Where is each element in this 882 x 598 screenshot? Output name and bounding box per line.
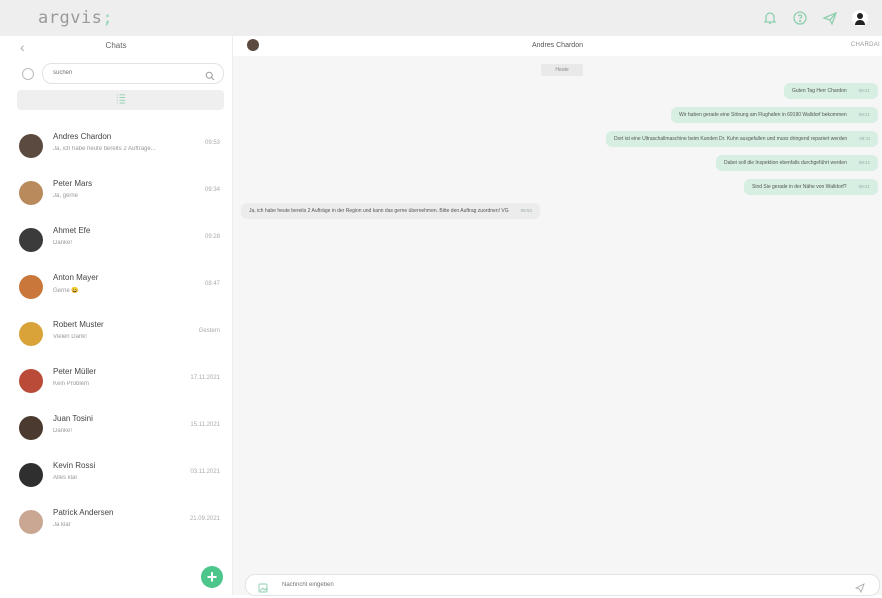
logo-suffix: ; <box>102 8 114 28</box>
message-input[interactable] <box>282 579 802 591</box>
chat-preview: Alles klar <box>53 475 78 481</box>
chat-name: Patrick Andersen <box>53 508 114 517</box>
chat-time: 17.11.2021 <box>190 375 220 381</box>
select-circle-icon[interactable] <box>22 68 34 80</box>
chat-preview: Kein Problem <box>53 381 90 387</box>
chat-time: 03.11.2021 <box>190 469 220 475</box>
chat-title: Andres Chardon <box>532 42 583 49</box>
search-box[interactable] <box>42 63 224 84</box>
outgoing-message[interactable]: Guten Tag Herr Chardon 09:41 <box>784 83 878 99</box>
message-time: 09:41 <box>858 88 870 93</box>
message-time: 09:41 <box>858 184 870 189</box>
contact-avatar <box>19 322 43 346</box>
plus-icon: + <box>206 567 218 587</box>
outgoing-message[interactable]: Dort ist eine Ultraschallmaschine beim K… <box>606 131 879 147</box>
outgoing-message[interactable]: Sind Sie gerade in der Nähe von Walldorf… <box>744 179 878 195</box>
chat-list-item[interactable]: Peter Müller Kein Problem 17.11.2021 <box>0 359 232 406</box>
message-text: Wir haben gerade eine Störung am Flughaf… <box>679 112 847 118</box>
chat-sidebar: ‹ Chats Andres Chardon Ja, ich habe heute… <box>0 36 233 595</box>
chat-name: Ahmet Efe <box>53 226 91 235</box>
search-input[interactable] <box>53 68 193 78</box>
outgoing-message[interactable]: Dabei soll die Inspektion ebenfalls durc… <box>716 155 879 171</box>
chat-list-item[interactable]: Andres Chardon Ja, ich habe heute bereits… <box>0 124 232 171</box>
contact-avatar <box>19 416 43 440</box>
outgoing-message[interactable]: Wir haben gerade eine Störung am Flughaf… <box>671 107 878 123</box>
chat-list: Andres Chardon Ja, ich habe heute bereits… <box>0 124 232 547</box>
chat-name: Anton Mayer <box>53 273 99 282</box>
message-text: Ja, ich habe heute bereits 2 Aufträge in… <box>249 208 509 214</box>
chat-list-item[interactable]: Robert Muster Vielen Dank! Gestern <box>0 312 232 359</box>
top-icons <box>762 10 868 26</box>
app-logo[interactable]: argvis; <box>38 8 113 28</box>
contact-avatar <box>19 510 43 534</box>
search-icon[interactable] <box>205 68 215 81</box>
send-icon[interactable] <box>822 10 838 26</box>
chat-header: Andres Chardon CHARDAI <box>233 36 882 56</box>
chat-preview: Vielen Dank! <box>53 334 87 340</box>
chat-name: Andres Chardon <box>53 132 112 141</box>
contact-avatar <box>19 228 43 252</box>
chat-name: Robert Muster <box>53 320 104 329</box>
help-icon[interactable] <box>792 10 808 26</box>
chat-name: Kevin Rossi <box>53 461 96 470</box>
chat-time: Gestern <box>198 328 220 334</box>
message-text: Sind Sie gerade in der Nähe von Walldorf… <box>752 184 847 190</box>
message-time: 09:53 <box>520 208 532 213</box>
message-time: 09:41 <box>858 160 871 165</box>
chat-list-item[interactable]: Patrick Andersen Ja klar 21.09.2021 <box>0 500 232 547</box>
contact-avatar <box>19 369 43 393</box>
chat-name: Peter Müller <box>53 367 97 376</box>
logo-text: argvis <box>38 8 103 28</box>
search-row <box>0 62 232 84</box>
date-divider: Heute <box>541 64 583 76</box>
chat-name: Juan Tosini <box>53 414 93 423</box>
chat-preview: Ja, ich habe heute bereits 2 Aufträge... <box>53 146 156 152</box>
chat-time: 09:28 <box>204 234 220 240</box>
chat-header-label[interactable]: CHARDAI <box>851 42 880 48</box>
message-composer <box>245 574 880 596</box>
chat-preview: Ja klar <box>53 522 71 528</box>
message-text: Dort ist eine Ultraschallmaschine beim K… <box>614 136 848 142</box>
chat-time: 09:34 <box>204 187 220 193</box>
chat-time: 08:47 <box>204 281 220 287</box>
message-time: 09:41 <box>858 112 870 117</box>
contact-avatar <box>19 275 43 299</box>
chat-list-item[interactable]: Ahmet Efe Danke! 09:28 <box>0 218 232 265</box>
add-chat-button[interactable]: + <box>201 566 223 588</box>
sidebar-header: ‹ Chats <box>0 38 232 58</box>
contact-avatar <box>19 181 43 205</box>
send-message-icon[interactable] <box>854 580 865 594</box>
chat-list-item[interactable]: Anton Mayer Gerne 😀 08:47 <box>0 265 232 312</box>
list-filter-icon <box>115 91 126 109</box>
chat-time: 09:53 <box>204 140 220 146</box>
message-text: Dabei soll die Inspektion ebenfalls durc… <box>724 160 847 166</box>
chat-time: 15.11.2021 <box>190 422 220 428</box>
chat-list-item[interactable]: Juan Tosini Danke! 15.11.2021 <box>0 406 232 453</box>
sidebar-title: Chats <box>105 41 127 50</box>
chat-panel: Andres Chardon CHARDAI Heute Guten Tag H… <box>233 36 882 596</box>
image-icon[interactable] <box>258 580 268 593</box>
chat-preview: Danke! <box>53 240 73 246</box>
chat-preview: Danke! <box>53 428 73 434</box>
chat-time: 21.09.2021 <box>189 516 220 522</box>
chat-name: Peter Mars <box>53 179 93 188</box>
contact-avatar <box>19 134 43 158</box>
message-text: Guten Tag Herr Chardon <box>792 88 847 94</box>
chat-list-item[interactable]: Kevin Rossi Alles klar 03.11.2021 <box>0 453 232 500</box>
chat-preview: Ja, gerne <box>53 193 79 199</box>
user-avatar[interactable] <box>852 10 868 26</box>
chat-list-item[interactable]: Peter Mars Ja, gerne 09:34 <box>0 171 232 218</box>
top-bar: argvis; <box>0 0 882 36</box>
incoming-message[interactable]: Ja, ich habe heute bereits 2 Aufträge in… <box>241 203 540 219</box>
chat-preview: Gerne 😀 <box>53 288 79 294</box>
message-time: 09:41 <box>859 136 871 141</box>
bell-icon[interactable] <box>762 10 778 26</box>
contact-avatar <box>19 463 43 487</box>
list-filter-button[interactable] <box>17 90 224 110</box>
